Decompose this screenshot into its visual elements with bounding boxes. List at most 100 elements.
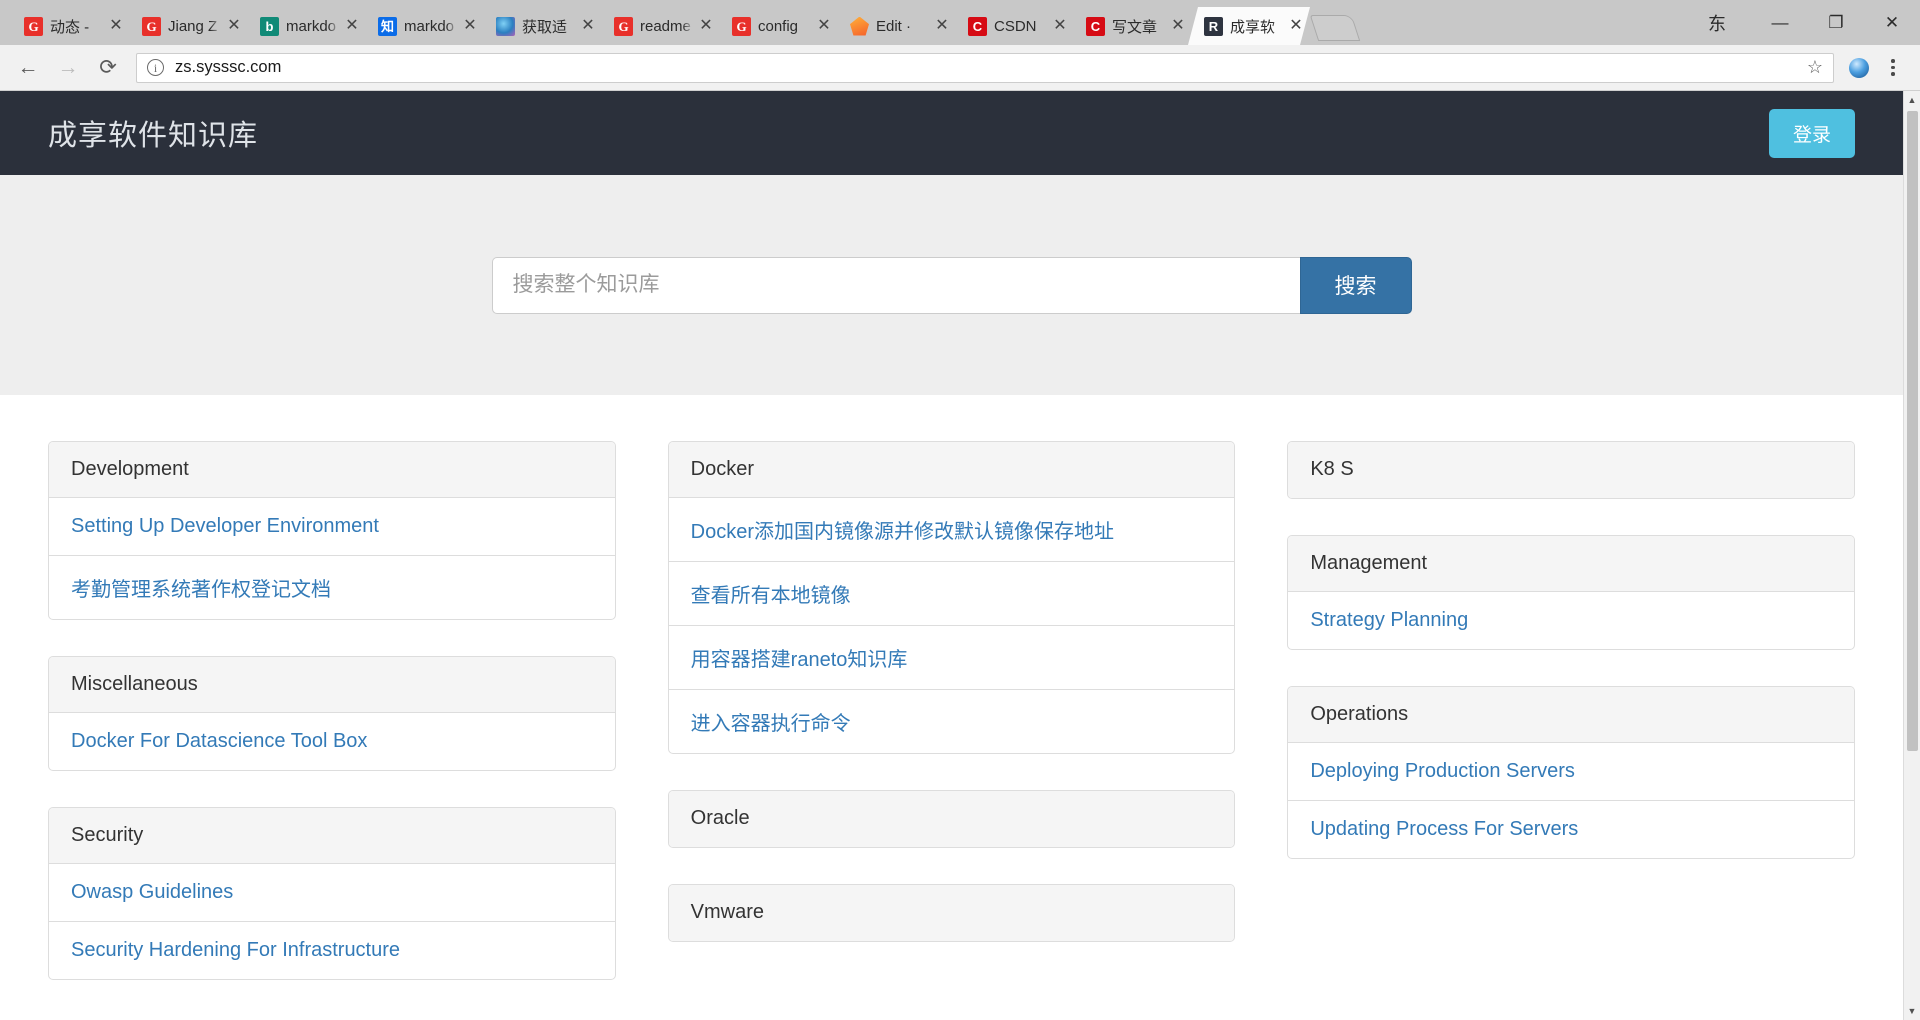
search-button[interactable]: 搜索 [1299, 256, 1412, 314]
tab-close-icon[interactable]: ✕ [224, 16, 244, 36]
article-link[interactable]: Updating Process For Servers [1288, 800, 1855, 858]
tab-close-icon[interactable]: ✕ [1286, 16, 1306, 36]
browser-tab[interactable]: 获取适 ✕ [480, 7, 602, 45]
tab-close-icon[interactable]: ✕ [696, 16, 716, 36]
category-columns: Development Setting Up Developer Environm… [0, 395, 1903, 1016]
page-scrollbar[interactable]: ▲ ▼ [1903, 91, 1920, 1020]
scroll-up-icon[interactable]: ▲ [1904, 91, 1920, 109]
forward-icon[interactable]: → [50, 50, 86, 86]
browser-tab[interactable]: C 写文章 ✕ [1070, 7, 1192, 45]
scroll-down-icon[interactable]: ▼ [1904, 1002, 1920, 1020]
maximize-button[interactable]: ❐ [1808, 0, 1864, 45]
category-title: Management [1288, 536, 1855, 592]
extension-globe-icon[interactable] [1842, 51, 1876, 85]
page-content: 成享软件知识库 登录 搜索 DevelopmentSetting Up Deve… [0, 91, 1903, 1020]
search-input[interactable] [491, 256, 1300, 314]
tab-label: 写文章 [1112, 18, 1158, 36]
category-card: Security Owasp Guidelines Security Hardeni… [48, 807, 616, 980]
gitlab-icon [850, 17, 869, 36]
article-link[interactable]: Setting Up Developer Environment [49, 498, 615, 555]
browser-tab[interactable]: C CSDN ✕ [952, 7, 1074, 45]
category-title: Development [49, 442, 615, 498]
zhihu-icon: 知 [378, 17, 397, 36]
page-viewport: 成享软件知识库 登录 搜索 DevelopmentSetting Up Deve… [0, 91, 1920, 1020]
bing-icon: b [260, 17, 279, 36]
csdn-icon: C [968, 17, 987, 36]
browser-toolbar: ← → ⟳ i zs.sysssc.com ☆ [0, 45, 1920, 91]
article-link[interactable]: Owasp Guidelines [49, 864, 615, 921]
new-tab-button[interactable] [1309, 15, 1361, 41]
site-info-icon[interactable]: i [147, 59, 164, 76]
tab-label: readme [640, 17, 691, 35]
minimize-button[interactable]: — [1752, 0, 1808, 45]
browser-tab[interactable]: 知 markdo ✕ [362, 7, 484, 45]
tab-label: CSDN [994, 17, 1037, 35]
url-text: zs.sysssc.com [175, 58, 282, 76]
tab-close-icon[interactable]: ✕ [814, 16, 834, 36]
window-controls: 东 — ❐ ✕ [1682, 0, 1920, 45]
scrollbar-thumb[interactable] [1906, 111, 1918, 751]
site-footer: Copyright © 2019 - Powered by Raneto [0, 1016, 1903, 1020]
article-link[interactable]: 考勤管理系统著作权登记文档 [49, 555, 615, 619]
category-title: Docker [668, 442, 1235, 498]
tab-label: markdo [404, 17, 455, 35]
article-link[interactable]: 用容器搭建raneto知识库 [668, 625, 1235, 689]
article-link[interactable]: Docker For Datascience Tool Box [49, 713, 615, 770]
browser-tab[interactable]: Edit · ✕ [834, 7, 956, 45]
category-column: Docker Docker添加国内镜像源并修改默认镜像保存地址 查看所有本地镜像 用容… [667, 441, 1236, 1016]
article-link[interactable]: Docker添加国内镜像源并修改默认镜像保存地址 [669, 498, 1235, 561]
g-logo-icon: G [614, 17, 633, 36]
browser-tab[interactable]: Gconfig ✕ [716, 7, 838, 45]
article-link[interactable]: 查看所有本地镜像 [668, 561, 1235, 625]
login-button[interactable]: 登录 [1768, 108, 1855, 158]
tab-close-icon[interactable]: ✕ [1168, 16, 1188, 36]
category-card: Oracle [667, 790, 1236, 848]
category-card: Vmware [667, 884, 1236, 942]
category-card: Development Setting Up Developer Environm… [48, 441, 616, 620]
reload-icon[interactable]: ⟳ [90, 50, 126, 86]
globe-icon [496, 17, 515, 36]
article-link[interactable]: Deploying Production Servers [1288, 743, 1854, 800]
menu-icon[interactable] [1876, 51, 1910, 85]
category-card: K8 S [1287, 441, 1856, 499]
category-card: Operations Deploying Production Servers Up… [1287, 686, 1856, 859]
g-logo-icon: G [142, 17, 161, 36]
tab-close-icon[interactable]: ✕ [578, 16, 598, 36]
category-title: Security [49, 808, 615, 864]
search-form: 搜索 [491, 256, 1412, 314]
tab-close-icon[interactable]: ✕ [1050, 16, 1070, 36]
browser-tab[interactable]: b markdo ✕ [244, 7, 366, 45]
scrollbar-track[interactable] [1904, 109, 1920, 1002]
browser-tab[interactable]: R 成享软 ✕ [1188, 7, 1310, 45]
close-button[interactable]: ✕ [1864, 0, 1920, 45]
g-logo-icon: G [24, 17, 43, 36]
category-card: Docker Docker添加国内镜像源并修改默认镜像保存地址 查看所有本地镜像 用容… [667, 441, 1236, 754]
browser-tab[interactable]: G 动态 - ✕ [8, 7, 130, 45]
article-link[interactable]: Strategy Planning [1288, 592, 1854, 649]
tab-label: 成享软 [1230, 18, 1276, 36]
browser-tab[interactable]: G Jiang Z ✕ [126, 7, 248, 45]
tab-close-icon[interactable]: ✕ [460, 16, 480, 36]
browser-tab[interactable]: Greadme ✕ [598, 7, 720, 45]
category-column: K8 S Management Strategy Planning Operation… [1287, 441, 1856, 1016]
category-card: Miscellaneous Docker For Datascience Tool… [48, 656, 616, 771]
address-bar[interactable]: i zs.sysssc.com ☆ [136, 52, 1834, 83]
site-header: 成享软件知识库 登录 [0, 91, 1903, 175]
tab-label: markdo [286, 17, 337, 35]
category-title: K8 S [1288, 442, 1855, 498]
category-title: Operations [1288, 687, 1855, 743]
tab-close-icon[interactable]: ✕ [106, 16, 126, 36]
tab-close-icon[interactable]: ✕ [932, 16, 952, 36]
tab-close-icon[interactable]: ✕ [342, 16, 362, 36]
browser-window: G 动态 - ✕ G Jiang Z ✕ b markdo ✕ 知 markdo ✕ 获取适 ✕ Gread… [0, 0, 1920, 1020]
tab-label: config [758, 17, 799, 35]
bookmark-star-icon[interactable]: ☆ [1807, 57, 1823, 78]
profile-button[interactable]: 东 [1682, 0, 1752, 45]
back-icon[interactable]: ← [10, 50, 46, 86]
article-link[interactable]: 进入容器执行命令 [668, 689, 1235, 753]
raneto-icon: R [1204, 17, 1223, 36]
tab-label: Jiang Z [168, 17, 218, 35]
category-title: Vmware [668, 885, 1235, 941]
article-link[interactable]: Security Hardening For Infrastructure [49, 921, 615, 979]
site-title: 成享软件知识库 [48, 120, 259, 152]
